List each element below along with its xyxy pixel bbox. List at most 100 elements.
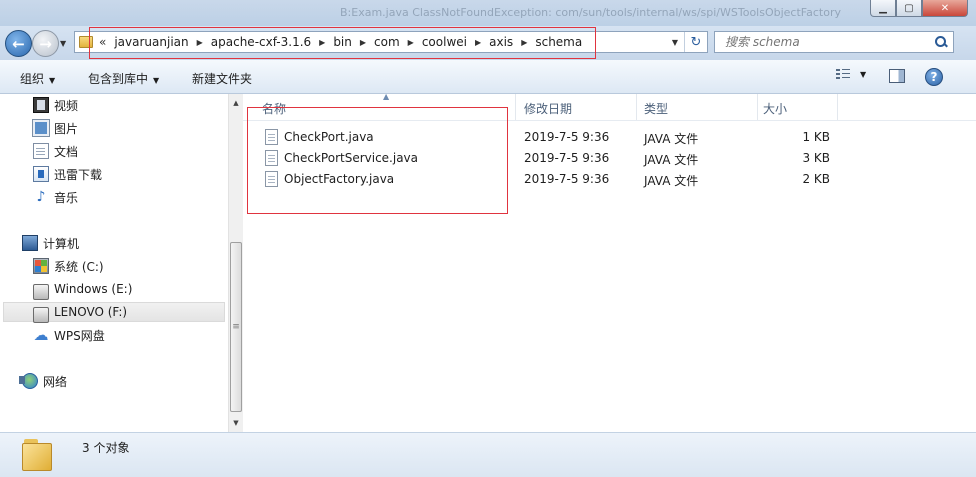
file-type: JAVA 文件: [644, 132, 699, 146]
refresh-button[interactable]: ↻: [684, 32, 707, 52]
sidebar-item[interactable]: ♪ 音乐: [33, 187, 78, 207]
breadcrumb-item[interactable]: com: [374, 35, 400, 49]
sidebar-item-label: WPS网盘: [54, 328, 105, 343]
organize-button[interactable]: 组织 ▼: [20, 70, 55, 87]
breadcrumb-chevron-icon[interactable]: ▶: [197, 38, 203, 47]
sidebar-item-label: 计算机: [43, 236, 80, 251]
file-row[interactable]: CheckPort.java 2019-7-5 9:36 JAVA 文件 1 KB: [243, 127, 976, 148]
help-icon: ?: [925, 68, 943, 86]
include-in-library-button[interactable]: 包含到库中 ▼: [88, 70, 159, 87]
arrow-left-icon: ←: [12, 34, 25, 53]
folder-icon: [79, 36, 93, 48]
download-icon: [33, 166, 49, 182]
sidebar-item-label: 图片: [54, 121, 79, 136]
address-history-dropdown[interactable]: ▼: [666, 38, 684, 47]
column-header: ▲ 名称 修改日期 类型 大小: [243, 92, 976, 121]
back-button[interactable]: ←: [5, 30, 32, 57]
title-bar: B:Exam.java ClassNotFoundException: com/…: [0, 0, 976, 26]
file-modified: 2019-7-5 9:36: [524, 130, 610, 144]
music-icon: ♪: [36, 189, 46, 205]
column-divider[interactable]: [837, 94, 838, 120]
sidebar-item-label: 视频: [54, 98, 79, 113]
sidebar-item[interactable]: 计算机: [22, 233, 79, 253]
include-in-library-label: 包含到库中: [88, 72, 149, 86]
sidebar-item[interactable]: ☁ WPS网盘: [33, 325, 105, 345]
sidebar-item[interactable]: 视频: [33, 95, 78, 115]
sidebar-item[interactable]: 图片: [32, 118, 79, 138]
column-modified[interactable]: 修改日期: [524, 100, 572, 117]
file-size: 1 KB: [802, 130, 830, 144]
file-type: JAVA 文件: [644, 153, 699, 167]
sidebar-item[interactable]: 文档: [33, 141, 78, 161]
sidebar-item[interactable]: 系统 (C:): [33, 256, 104, 276]
breadcrumb-chevron-icon[interactable]: ▶: [360, 38, 366, 47]
breadcrumb-chevron-icon[interactable]: ▶: [408, 38, 414, 47]
close-icon: ✕: [940, 2, 950, 14]
breadcrumb: « javaruanjian ▶ apache-cxf-3.1.6 ▶ bin ▶ com ▶…: [97, 35, 666, 49]
sidebar-item-label: 文档: [54, 144, 79, 159]
file-row[interactable]: CheckPortService.java 2019-7-5 9:36 JAVA 文…: [243, 148, 976, 169]
scroll-up-arrow-icon[interactable]: ▲: [229, 96, 243, 110]
system-drive-icon: [33, 258, 49, 274]
navigation-pane: 视频图片文档迅雷下载 ♪ 音乐计算机系统 (C:) Windows (E:) LENOV…: [0, 94, 228, 432]
java-file-icon: [265, 150, 278, 166]
column-divider[interactable]: [636, 94, 637, 120]
close-button[interactable]: ✕: [922, 0, 968, 17]
search-icon[interactable]: [935, 36, 947, 48]
folder-icon: [22, 437, 56, 471]
pictures-icon: [32, 119, 50, 137]
sidebar-item[interactable]: Windows (E:): [33, 279, 132, 300]
column-divider[interactable]: [515, 94, 516, 120]
breadcrumb-chevron-icon[interactable]: ▶: [521, 38, 527, 47]
file-name: CheckPortService.java: [284, 151, 419, 165]
organize-label: 组织: [20, 72, 45, 86]
breadcrumb-item[interactable]: axis: [489, 35, 513, 49]
file-name: CheckPort.java: [284, 130, 374, 144]
file-size: 3 KB: [802, 151, 830, 165]
column-name[interactable]: 名称: [262, 100, 286, 117]
file-modified: 2019-7-5 9:36: [524, 151, 610, 165]
breadcrumb-chevron-icon[interactable]: ▶: [475, 38, 481, 47]
new-folder-button[interactable]: 新建文件夹: [192, 70, 252, 87]
minimize-button[interactable]: ▁: [870, 0, 896, 17]
breadcrumb-item[interactable]: schema: [535, 35, 582, 49]
drive-icon: [33, 306, 49, 323]
preview-pane-button[interactable]: [889, 69, 905, 83]
breadcrumb-item[interactable]: bin: [333, 35, 352, 49]
search-input[interactable]: [723, 34, 935, 50]
column-size[interactable]: 大小: [763, 100, 787, 117]
scroll-down-arrow-icon[interactable]: ▼: [229, 416, 243, 430]
sidebar-item-label: 音乐: [54, 190, 79, 205]
command-bar: 组织 ▼ 包含到库中 ▼ 新建文件夹 ▼ ?: [0, 60, 976, 94]
breadcrumb-overflow-button[interactable]: «: [99, 35, 106, 49]
navigation-scrollbar[interactable]: ▲ ≡ ▼: [228, 94, 243, 432]
sidebar-item[interactable]: LENOVO (F:): [3, 302, 225, 323]
breadcrumb-item[interactable]: javaruanjian: [114, 35, 188, 49]
maximize-button[interactable]: ▢: [896, 0, 922, 17]
recent-pages-dropdown[interactable]: ▼: [60, 39, 66, 48]
help-button[interactable]: ?: [925, 68, 943, 86]
file-modified: 2019-7-5 9:36: [524, 172, 610, 186]
column-divider[interactable]: [757, 94, 758, 120]
minimize-icon: ▁: [879, 2, 887, 14]
column-type[interactable]: 类型: [644, 100, 668, 117]
breadcrumb-item[interactable]: coolwei: [422, 35, 467, 49]
views-icon: [836, 68, 850, 80]
view-options-button[interactable]: ▼: [836, 68, 866, 80]
address-bar[interactable]: « javaruanjian ▶ apache-cxf-3.1.6 ▶ bin ▶ com ▶…: [74, 31, 708, 53]
sidebar-item[interactable]: 网络: [19, 371, 67, 391]
computer-icon: [22, 235, 38, 251]
file-size: 2 KB: [802, 172, 830, 186]
chevron-down-icon: ▼: [49, 76, 56, 85]
file-row[interactable]: ObjectFactory.java 2019-7-5 9:36 JAVA 文件 2 …: [243, 169, 976, 190]
documents-icon: [33, 143, 49, 159]
file-list: ▲ 名称 修改日期 类型 大小 CheckPort.java 2019-7-5 9…: [243, 92, 976, 432]
search-box[interactable]: [714, 31, 954, 53]
scrollbar-thumb[interactable]: ≡: [230, 242, 242, 412]
breadcrumb-item[interactable]: apache-cxf-3.1.6: [211, 35, 311, 49]
sidebar-item[interactable]: 迅雷下载: [33, 164, 102, 184]
breadcrumb-chevron-icon[interactable]: ▶: [319, 38, 325, 47]
forward-button[interactable]: →: [32, 30, 59, 57]
preview-pane-icon: [889, 69, 905, 83]
chevron-down-icon: ▼: [153, 76, 160, 85]
